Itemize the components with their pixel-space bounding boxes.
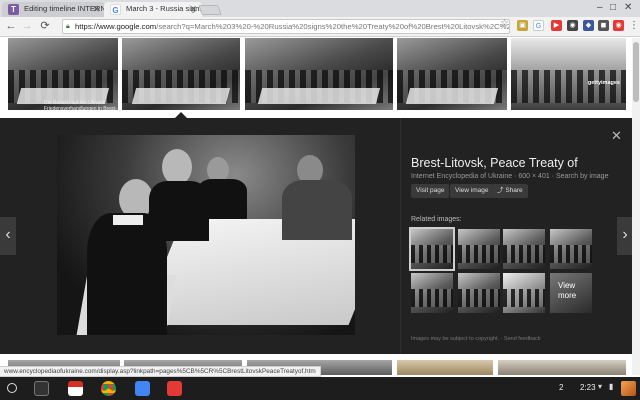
previous-arrow-icon[interactable]: ‹ — [0, 217, 16, 255]
view-image-button[interactable]: View image — [450, 184, 494, 198]
scrollbar[interactable] — [632, 38, 640, 375]
share-button[interactable]: ⤴ Share — [492, 184, 528, 198]
minimize-icon[interactable]: – — [597, 2, 603, 13]
extension-icon[interactable]: ◼ — [598, 20, 609, 31]
system-shelf: 2 2:23 ▾ ▮ — [0, 377, 640, 400]
bookmark-star-icon[interactable]: ☆ — [500, 18, 509, 29]
forward-icon[interactable]: → — [20, 19, 34, 33]
browser-toolbar: ← → ⟳ 🔒︎ https://www.google.com/search?q… — [0, 17, 640, 37]
clock[interactable]: 2:23 — [580, 383, 596, 392]
google-icon: G — [110, 4, 121, 15]
image-caption: Die Russen auf der Ukraine. Friedensverh… — [44, 100, 117, 110]
tab-strip: T Editing timeline INTERN ✕ G March 3 - … — [0, 0, 640, 17]
close-icon[interactable]: ✕ — [611, 128, 622, 144]
back-icon[interactable]: ← — [4, 19, 18, 33]
copyright-note: Images may be subject to copyright. · Se… — [411, 336, 541, 342]
result-image[interactable] — [245, 38, 393, 110]
result-image[interactable]: gettyimages — [511, 38, 626, 110]
extension-icon[interactable]: ▣ — [517, 20, 528, 31]
related-image[interactable] — [503, 229, 545, 269]
extension-icon[interactable]: ◆ — [583, 20, 594, 31]
result-image[interactable] — [122, 38, 240, 110]
url-host: https://www.google.com — [75, 22, 157, 31]
wifi-icon[interactable]: ▾ — [598, 382, 602, 391]
tab-favicon: T — [8, 4, 19, 15]
preview-image[interactable] — [57, 135, 355, 335]
related-image[interactable] — [550, 229, 592, 269]
view-more-label: View more — [558, 281, 577, 300]
reload-icon[interactable]: ⟳ — [38, 19, 52, 33]
close-window-icon[interactable]: ✕ — [624, 2, 632, 13]
result-image[interactable] — [397, 360, 493, 375]
youtube-extension-icon[interactable]: ▶ — [551, 20, 562, 31]
launcher-icon[interactable] — [7, 383, 17, 393]
result-image[interactable] — [498, 360, 626, 375]
notification-count[interactable]: 2 — [559, 383, 563, 392]
battery-icon[interactable]: ▮ — [609, 382, 613, 391]
related-images-label: Related images: — [411, 216, 462, 223]
docs-icon[interactable] — [135, 381, 150, 396]
google-extension-icon[interactable]: G — [533, 20, 544, 31]
files-icon[interactable] — [34, 381, 49, 396]
getty-watermark: gettyimages — [587, 80, 620, 86]
avatar[interactable] — [621, 381, 636, 396]
related-image[interactable] — [409, 227, 455, 271]
new-tab-button[interactable] — [198, 5, 222, 15]
view-more-button[interactable]: View more — [550, 273, 592, 313]
address-bar[interactable]: 🔒︎ https://www.google.com/search?q=March… — [62, 19, 510, 34]
status-bar-url: www.encyclopediaofukraine.com/display.as… — [0, 366, 321, 377]
camera-extension-icon[interactable]: ◉ — [567, 20, 578, 31]
image-source[interactable]: Internet Encyclopedia of Ukraine · 600 ×… — [411, 173, 608, 180]
close-icon[interactable]: ✕ — [189, 2, 197, 16]
close-icon[interactable]: ✕ — [92, 2, 100, 16]
next-arrow-icon[interactable]: › — [617, 217, 633, 255]
maximize-icon[interactable]: □ — [610, 2, 616, 13]
result-image[interactable]: Die Russen auf der Ukraine. Friedensverh… — [8, 38, 118, 110]
image-title[interactable]: Brest-Litovsk, Peace Treaty of — [411, 156, 578, 170]
visit-page-button[interactable]: Visit page — [411, 184, 450, 198]
search-results-page: Die Russen auf der Ukraine. Friedensverh… — [0, 38, 640, 375]
image-viewer: ‹ ✕ Brest-Litovsk, Peace Treaty of Inter… — [0, 118, 640, 354]
tab-editing-timeline[interactable]: T Editing timeline INTERN ✕ — [2, 2, 105, 17]
result-image[interactable] — [397, 38, 507, 110]
gmail-icon[interactable] — [68, 381, 83, 396]
scrollbar-thumb[interactable] — [633, 42, 639, 102]
menu-icon[interactable]: ⋮ — [629, 20, 639, 31]
related-image[interactable] — [503, 273, 545, 313]
related-image[interactable] — [458, 229, 500, 269]
related-image[interactable] — [458, 273, 500, 313]
chrome-icon[interactable] — [101, 381, 116, 396]
lock-icon: 🔒︎ — [66, 23, 70, 30]
tab-google-search[interactable]: G March 3 - Russia signs t ✕ — [104, 2, 202, 17]
share-label: Share — [505, 187, 523, 194]
related-image[interactable] — [411, 273, 453, 313]
extension-icon[interactable]: ◉ — [613, 20, 624, 31]
url-path: /search?q=March%203%20-%20Russia%20signs… — [156, 22, 510, 31]
youtube-icon[interactable] — [167, 381, 182, 396]
